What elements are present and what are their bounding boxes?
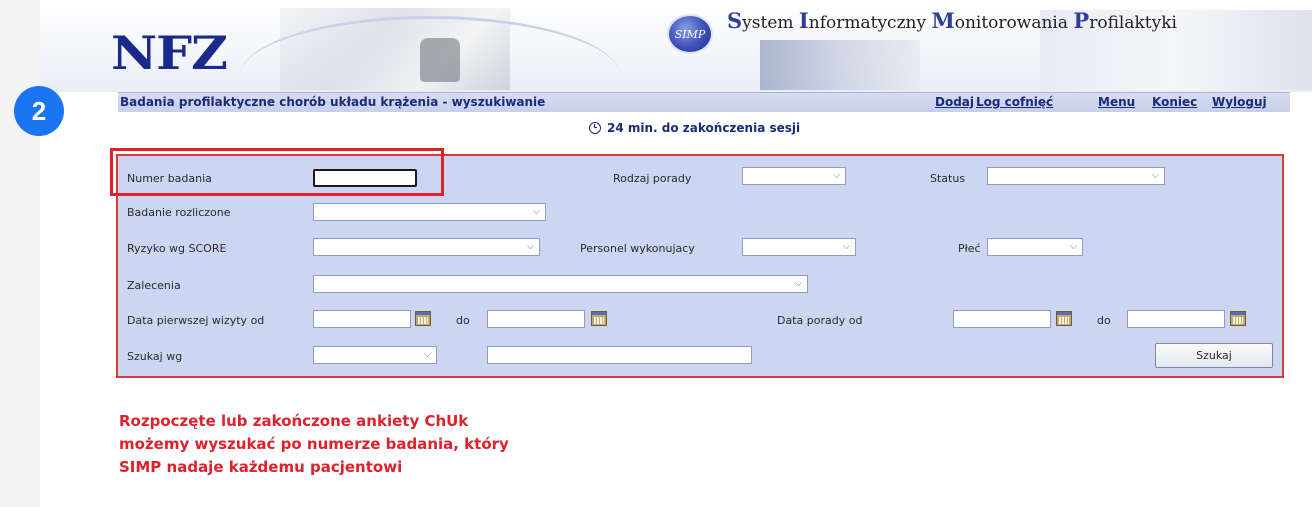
nav-link-koniec[interactable]: Koniec	[1152, 95, 1197, 109]
chevron-down-icon	[794, 278, 803, 287]
nav-link-dodaj[interactable]: Dodaj	[935, 95, 974, 109]
annotation-line: Rozpoczęte lub zakończone ankiety ChUk	[119, 412, 469, 430]
app-title-part: onitorowania	[954, 13, 1074, 33]
session-timer: 24 min. do zakończenia sesji	[589, 121, 800, 135]
clock-icon	[589, 122, 601, 134]
label-data-porady-do: do	[1097, 314, 1111, 327]
label-szukaj-wg: Szukaj wg	[127, 350, 183, 363]
calendar-icon[interactable]	[591, 311, 607, 326]
annotation-line: SIMP nadaje każdemu pacjentowi	[119, 458, 403, 476]
app-title-part: S	[727, 8, 743, 33]
app-title-part: nformatyczny	[808, 13, 932, 33]
chevron-down-icon	[423, 349, 432, 358]
annotation-text: Rozpoczęte lub zakończone ankiety ChUk m…	[119, 410, 599, 479]
nav-link-wyloguj[interactable]: Wyloguj	[1212, 95, 1267, 109]
app-title-part: P	[1073, 8, 1090, 33]
simp-logo-badge: SIMP	[667, 14, 713, 54]
data-porady-od-input[interactable]	[953, 310, 1051, 328]
app-title: System Informatyczny Monitorowania Profi…	[727, 8, 1177, 33]
status-select[interactable]	[987, 167, 1165, 185]
label-ryzyko-score: Ryzyko wg SCORE	[127, 242, 227, 255]
label-status: Status	[930, 172, 966, 185]
highlight-box-numer-badania	[110, 148, 444, 196]
page-title: Badania profilaktyczne chorób układu krą…	[120, 95, 546, 109]
szukaj-button[interactable]: Szukaj	[1155, 343, 1273, 368]
plec-select[interactable]	[987, 238, 1083, 256]
ryzyko-score-select[interactable]	[313, 238, 540, 256]
label-data-pierwszej-wizyty-od: Data pierwszej wizyty od	[127, 314, 265, 327]
nav-link-log-cofniec[interactable]: Log cofnięć	[976, 95, 1053, 109]
step-number-badge: 2	[14, 86, 64, 136]
app-title-part: ystem	[742, 13, 799, 33]
chevron-down-icon	[1069, 241, 1078, 250]
app-title-part: I	[798, 8, 809, 33]
szukaj-wg-select[interactable]	[313, 346, 437, 364]
label-data-porady-od: Data porady od	[777, 314, 863, 327]
session-timer-text: 24 min. do zakończenia sesji	[607, 121, 801, 135]
data-wizyty-do-input[interactable]	[487, 310, 585, 328]
zalecenia-select[interactable]	[313, 275, 808, 293]
label-rodzaj-porady: Rodzaj porady	[613, 172, 692, 185]
nav-bar: Badania profilaktyczne chorób układu krą…	[118, 92, 1290, 112]
calendar-icon[interactable]	[1230, 311, 1246, 326]
chevron-down-icon	[1151, 170, 1160, 179]
label-personel-wykonujacy: Personel wykonujacy	[580, 242, 695, 255]
label-zalecenia: Zalecenia	[127, 279, 181, 292]
app-title-part: rofilaktyki	[1089, 13, 1177, 33]
chevron-down-icon	[526, 241, 535, 250]
label-data-wizyty-do: do	[456, 314, 470, 327]
app-title-part: M	[931, 8, 955, 33]
data-porady-do-input[interactable]	[1127, 310, 1225, 328]
label-badanie-rozliczone: Badanie rozliczone	[127, 206, 231, 219]
rodzaj-porady-select[interactable]	[742, 167, 846, 185]
calendar-icon[interactable]	[1056, 311, 1072, 326]
calendar-icon[interactable]	[415, 311, 431, 326]
annotation-line: możemy wyszukać po numerze badania, któr…	[119, 435, 509, 453]
header-photo-patient	[760, 40, 920, 90]
personel-wykonujacy-select[interactable]	[742, 238, 856, 256]
label-plec: Płeć	[958, 242, 981, 255]
szukaj-text-input[interactable]	[487, 346, 752, 364]
chevron-down-icon	[842, 241, 851, 250]
chevron-down-icon	[532, 206, 541, 215]
nav-link-menu[interactable]: Menu	[1098, 95, 1135, 109]
badanie-rozliczone-select[interactable]	[313, 203, 546, 221]
nfz-logo: NFZ	[111, 26, 228, 80]
data-wizyty-od-input[interactable]	[313, 310, 411, 328]
chevron-down-icon	[832, 170, 841, 179]
